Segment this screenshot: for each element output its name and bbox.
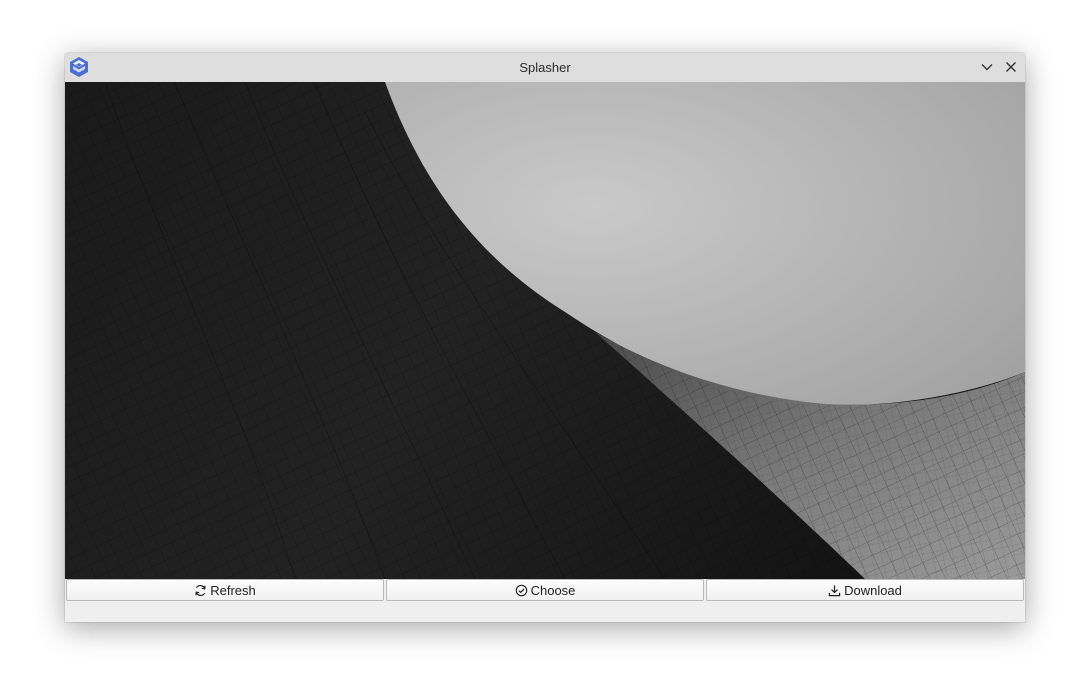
- choose-button-label: Choose: [530, 582, 576, 598]
- close-icon[interactable]: [1003, 59, 1019, 75]
- download-icon: [828, 584, 841, 596]
- action-toolbar: Refresh Choose Download: [65, 579, 1025, 603]
- download-button[interactable]: Download: [706, 579, 1024, 601]
- download-button-label: Download: [844, 582, 902, 598]
- title-bar[interactable]: Splasher: [65, 53, 1025, 83]
- wallpaper-preview-image: [65, 82, 1025, 579]
- window-title: Splasher: [519, 60, 571, 75]
- app-window: Splasher Refresh Choose Download: [65, 53, 1025, 622]
- choose-button[interactable]: Choose: [386, 579, 704, 601]
- refresh-button[interactable]: Refresh: [66, 579, 384, 601]
- refresh-button-label: Refresh: [210, 582, 256, 598]
- check-circle-icon: [515, 584, 527, 596]
- refresh-icon: [195, 584, 206, 596]
- chevron-down-icon[interactable]: [979, 59, 995, 75]
- status-bar: [65, 603, 1025, 622]
